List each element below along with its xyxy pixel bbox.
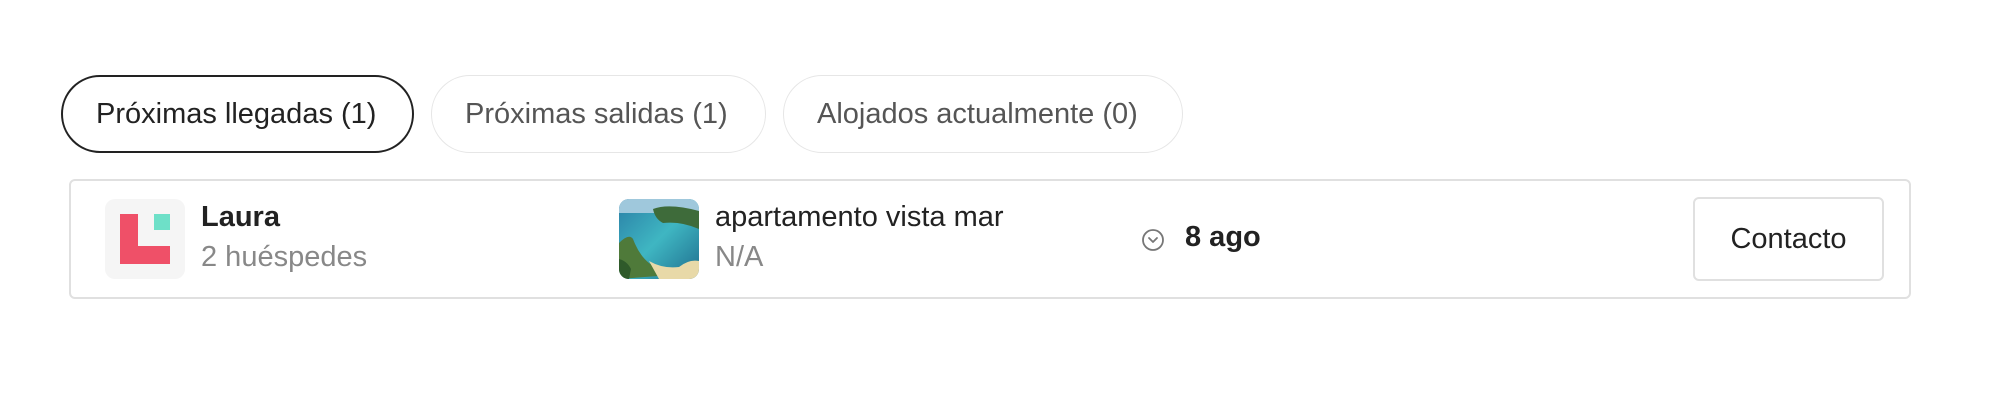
brand-logo-icon xyxy=(105,199,185,279)
tab-currently-staying[interactable]: Alojados actualmente (0) xyxy=(783,75,1183,153)
property-photo xyxy=(619,199,699,279)
reservation-tabs: Próximas llegadas (1) Próximas salidas (… xyxy=(61,75,1183,153)
reservation-row[interactable]: Laura 2 huéspedes apartamento vista mar … xyxy=(69,179,1911,299)
contact-button[interactable]: Contacto xyxy=(1693,197,1884,281)
guest-count: 2 huéspedes xyxy=(201,241,368,273)
arrival-date: 8 ago xyxy=(1185,221,1261,253)
property-name: apartamento vista mar xyxy=(715,201,1004,233)
tab-upcoming-departures[interactable]: Próximas salidas (1) xyxy=(431,75,766,153)
property-subtitle: N/A xyxy=(715,241,764,273)
guest-name: Laura xyxy=(201,201,280,233)
tab-upcoming-arrivals[interactable]: Próximas llegadas (1) xyxy=(61,75,414,153)
clock-icon xyxy=(1141,228,1165,252)
